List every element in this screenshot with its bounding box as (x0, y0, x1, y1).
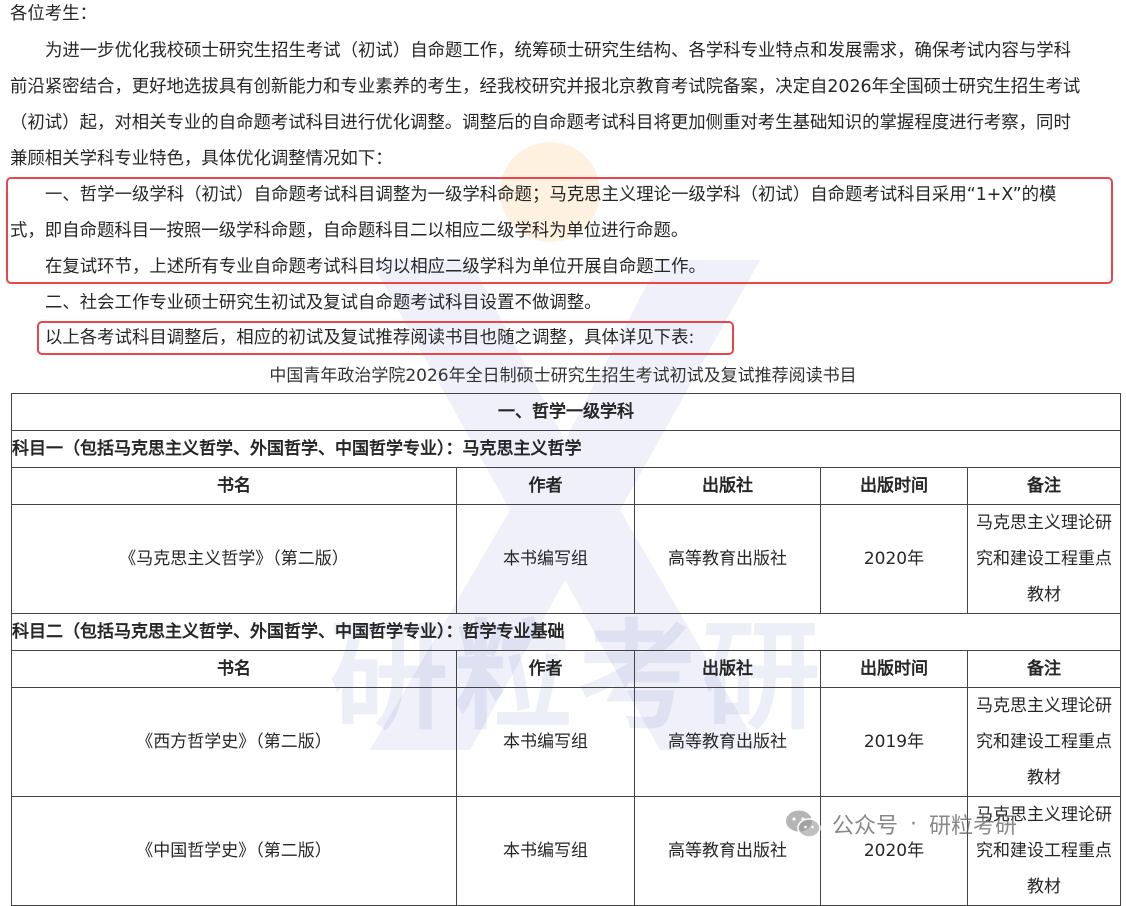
wechat-icon (786, 810, 821, 838)
book-author: 本书编写组 (456, 796, 635, 906)
document-page: 研粒考研 各位考生： 为进一步优化我校硕士研究生招生考试（初试）自命题工作，统筹… (0, 0, 1126, 906)
wechat-account-watermark: 公众号 · 研粒考研 (784, 806, 1017, 842)
book-note: 马克思主义理论研究和建设工程重点教材 (967, 687, 1121, 797)
header-publisher: 出版社 (634, 650, 821, 688)
table-row: 《马克思主义哲学》（第二版） 本书编写组 高等教育出版社 2020年 马克思主义… (11, 504, 1121, 614)
intro-line-3: （初试）起，对相关专业的自命题考试科目进行优化调整。调整后的自命题考试科目将更加… (10, 113, 1071, 133)
point1-line-3: 在复试环节，上述所有专业自命题考试科目均以相应二级学科为单位开展自命题工作。 (45, 257, 706, 277)
section-title: 一、哲学一级学科 (11, 393, 1121, 431)
header-note: 备注 (967, 650, 1121, 688)
book-publisher: 高等教育出版社 (634, 687, 821, 797)
intro-line-2: 前沿紧密结合，更好地选拔具有创新能力和专业素养的考生，经我校研究并报北京教育考试… (10, 77, 1081, 97)
header-author: 作者 (456, 467, 635, 505)
header-year: 出版时间 (820, 650, 968, 688)
book-author: 本书编写组 (456, 504, 635, 614)
header-book: 书名 (11, 650, 457, 688)
table-row: 《西方哲学史》（第二版） 本书编写组 高等教育出版社 2019年 马克思主义理论… (11, 687, 1121, 797)
header-author: 作者 (456, 650, 635, 688)
subject-row: 科目二（包括马克思主义哲学、外国哲学、中国哲学专业）：哲学专业基础 (11, 613, 1121, 651)
book-note: 马克思主义理论研究和建设工程重点教材 (967, 504, 1121, 614)
intro-line-4: 兼顾相关学科专业特色，具体优化调整情况如下： (10, 149, 393, 169)
greeting: 各位考生： (10, 4, 97, 24)
header-row: 书名 作者 出版社 出版时间 备注 (11, 650, 1121, 688)
point2: 二、社会工作专业硕士研究生初试及复试自命题考试科目设置不做调整。 (45, 293, 602, 313)
book-title: 《西方哲学史》（第二版） (11, 687, 457, 797)
header-note: 备注 (967, 467, 1121, 505)
point1-line-2: 式，即自命题科目一按照一级学科命题，自命题科目二以相应二级学科为单位进行命题。 (10, 221, 689, 241)
subject-row: 科目一（包括马克思主义哲学、外国哲学、中国哲学专业）：马克思主义哲学 (11, 430, 1121, 468)
book-publisher: 高等教育出版社 (634, 504, 821, 614)
footer-account-name: 研粒考研 (929, 814, 1018, 839)
book-title: 《马克思主义哲学》（第二版） (11, 504, 457, 614)
header-row: 书名 作者 出版社 出版时间 备注 (11, 467, 1121, 505)
point1-line-1: 一、哲学一级学科（初试）自命题考试科目调整为一级学科命题；马克思主义理论一级学科… (45, 185, 1057, 205)
book-title: 《中国哲学史》（第二版） (11, 796, 457, 906)
book-year: 2020年 (820, 504, 968, 614)
header-year: 出版时间 (820, 467, 968, 505)
table-caption: 中国青年政治学院2026年全日制硕士研究生招生考试初试及复试推荐阅读书目 (269, 366, 857, 386)
closing-line: 以上各考试科目调整后，相应的初试及复试推荐阅读书目也随之调整，具体详见下表: (45, 328, 695, 348)
book-year: 2019年 (820, 687, 968, 797)
section-row: 一、哲学一级学科 (11, 393, 1121, 431)
footer-separator: · (910, 811, 918, 837)
subject-1-title: 科目一（包括马克思主义哲学、外国哲学、中国哲学专业）：马克思主义哲学 (11, 430, 1121, 468)
subject-2-title: 科目二（包括马克思主义哲学、外国哲学、中国哲学专业）：哲学专业基础 (11, 613, 1121, 651)
intro-line-1: 为进一步优化我校硕士研究生招生考试（初试）自命题工作，统筹硕士研究生结构、各学科… (45, 41, 1072, 61)
header-publisher: 出版社 (634, 467, 821, 505)
footer-prefix: 公众号 (832, 814, 899, 839)
book-author: 本书编写组 (456, 687, 635, 797)
header-book: 书名 (11, 467, 457, 505)
